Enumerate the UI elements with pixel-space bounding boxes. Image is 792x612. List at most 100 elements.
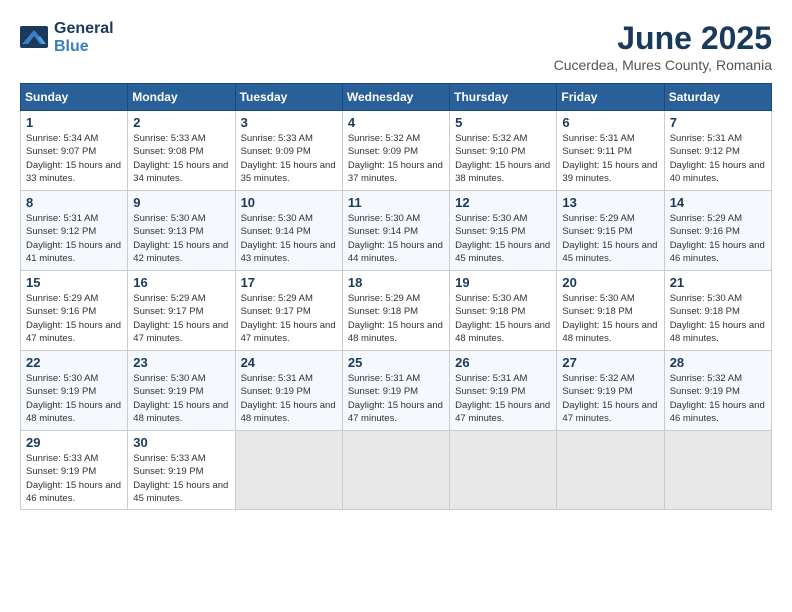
day-number: 17 (241, 275, 337, 290)
column-header-wednesday: Wednesday (342, 84, 449, 111)
day-number: 20 (562, 275, 658, 290)
calendar-cell: 14 Sunrise: 5:29 AMSunset: 9:16 PMDayligh… (664, 191, 771, 271)
day-number: 29 (26, 435, 122, 450)
day-info: Sunrise: 5:30 AMSunset: 9:19 PMDaylight:… (133, 372, 229, 425)
day-info: Sunrise: 5:31 AMSunset: 9:19 PMDaylight:… (455, 372, 551, 425)
calendar-cell: 26 Sunrise: 5:31 AMSunset: 9:19 PMDayligh… (450, 351, 557, 431)
logo-text: General Blue (54, 20, 114, 56)
calendar-cell: 24Sunrise: 5:31 AMSunset: 9:19 PMDayligh… (235, 351, 342, 431)
day-info: Sunrise: 5:33 AMSunset: 9:19 PMDaylight:… (26, 452, 122, 505)
calendar-cell (235, 431, 342, 510)
day-info: Sunrise: 5:29 AMSunset: 9:17 PMDaylight:… (241, 292, 337, 345)
calendar-cell: 20 Sunrise: 5:30 AMSunset: 9:18 PMDayligh… (557, 271, 664, 351)
calendar-cell: 19Sunrise: 5:30 AMSunset: 9:18 PMDayligh… (450, 271, 557, 351)
month-title: June 2025 (554, 20, 772, 57)
day-info: Sunrise: 5:33 AMSunset: 9:08 PMDaylight:… (133, 132, 229, 185)
day-number: 1 (26, 115, 122, 130)
day-info: Sunrise: 5:32 AMSunset: 9:19 PMDaylight:… (670, 372, 766, 425)
day-number: 9 (133, 195, 229, 210)
calendar-cell (450, 431, 557, 510)
day-info: Sunrise: 5:30 AMSunset: 9:18 PMDaylight:… (562, 292, 658, 345)
day-number: 22 (26, 355, 122, 370)
day-number: 19 (455, 275, 551, 290)
day-number: 27 (562, 355, 658, 370)
calendar-cell (342, 431, 449, 510)
calendar-cell: 4 Sunrise: 5:32 AMSunset: 9:09 PMDaylight… (342, 111, 449, 191)
column-header-thursday: Thursday (450, 84, 557, 111)
day-info: Sunrise: 5:32 AMSunset: 9:09 PMDaylight:… (348, 132, 444, 185)
day-number: 2 (133, 115, 229, 130)
day-info: Sunrise: 5:29 AMSunset: 9:15 PMDaylight:… (562, 212, 658, 265)
calendar-cell: 13 Sunrise: 5:29 AMSunset: 9:15 PMDayligh… (557, 191, 664, 271)
day-number: 6 (562, 115, 658, 130)
day-number: 13 (562, 195, 658, 210)
calendar-cell (557, 431, 664, 510)
calendar-cell: 25 Sunrise: 5:31 AMSunset: 9:19 PMDayligh… (342, 351, 449, 431)
day-number: 18 (348, 275, 444, 290)
day-number: 30 (133, 435, 229, 450)
calendar-cell: 2 Sunrise: 5:33 AMSunset: 9:08 PMDaylight… (128, 111, 235, 191)
day-info: Sunrise: 5:30 AMSunset: 9:15 PMDaylight:… (455, 212, 551, 265)
day-number: 25 (348, 355, 444, 370)
calendar-table: SundayMondayTuesdayWednesdayThursdayFrid… (20, 83, 772, 510)
day-number: 21 (670, 275, 766, 290)
day-number: 28 (670, 355, 766, 370)
day-number: 4 (348, 115, 444, 130)
location-title: Cucerdea, Mures County, Romania (554, 57, 772, 73)
calendar-cell: 22 Sunrise: 5:30 AMSunset: 9:19 PMDayligh… (21, 351, 128, 431)
day-info: Sunrise: 5:33 AMSunset: 9:19 PMDaylight:… (133, 452, 229, 505)
day-info: Sunrise: 5:29 AMSunset: 9:16 PMDaylight:… (670, 212, 766, 265)
calendar-cell: 12 Sunrise: 5:30 AMSunset: 9:15 PMDayligh… (450, 191, 557, 271)
calendar-cell: 16Sunrise: 5:29 AMSunset: 9:17 PMDayligh… (128, 271, 235, 351)
day-number: 5 (455, 115, 551, 130)
page-header: General Blue June 2025 Cucerdea, Mures C… (20, 20, 772, 73)
calendar-week-row: 1 Sunrise: 5:34 AMSunset: 9:07 PMDaylight… (21, 111, 772, 191)
calendar-cell: 17 Sunrise: 5:29 AMSunset: 9:17 PMDayligh… (235, 271, 342, 351)
calendar-cell: 11Sunrise: 5:30 AMSunset: 9:14 PMDayligh… (342, 191, 449, 271)
calendar-cell: 30 Sunrise: 5:33 AMSunset: 9:19 PMDayligh… (128, 431, 235, 510)
calendar-cell: 9 Sunrise: 5:30 AMSunset: 9:13 PMDaylight… (128, 191, 235, 271)
calendar-cell (664, 431, 771, 510)
day-number: 14 (670, 195, 766, 210)
logo-icon (20, 26, 50, 50)
calendar-cell: 21Sunrise: 5:30 AMSunset: 9:18 PMDayligh… (664, 271, 771, 351)
calendar-week-row: 15Sunrise: 5:29 AMSunset: 9:16 PMDayligh… (21, 271, 772, 351)
column-header-friday: Friday (557, 84, 664, 111)
calendar-cell: 27 Sunrise: 5:32 AMSunset: 9:19 PMDayligh… (557, 351, 664, 431)
day-number: 10 (241, 195, 337, 210)
calendar-cell: 18Sunrise: 5:29 AMSunset: 9:18 PMDayligh… (342, 271, 449, 351)
day-info: Sunrise: 5:31 AMSunset: 9:11 PMDaylight:… (562, 132, 658, 185)
day-info: Sunrise: 5:32 AMSunset: 9:19 PMDaylight:… (562, 372, 658, 425)
day-number: 12 (455, 195, 551, 210)
calendar-cell: 28 Sunrise: 5:32 AMSunset: 9:19 PMDayligh… (664, 351, 771, 431)
column-header-monday: Monday (128, 84, 235, 111)
calendar-cell: 23 Sunrise: 5:30 AMSunset: 9:19 PMDayligh… (128, 351, 235, 431)
calendar-week-row: 22 Sunrise: 5:30 AMSunset: 9:19 PMDayligh… (21, 351, 772, 431)
column-header-tuesday: Tuesday (235, 84, 342, 111)
day-info: Sunrise: 5:31 AMSunset: 9:12 PMDaylight:… (26, 212, 122, 265)
column-header-sunday: Sunday (21, 84, 128, 111)
day-number: 8 (26, 195, 122, 210)
day-info: Sunrise: 5:30 AMSunset: 9:13 PMDaylight:… (133, 212, 229, 265)
day-info: Sunrise: 5:34 AMSunset: 9:07 PMDaylight:… (26, 132, 122, 185)
day-number: 3 (241, 115, 337, 130)
title-area: June 2025 Cucerdea, Mures County, Romani… (554, 20, 772, 73)
calendar-cell: 7Sunrise: 5:31 AMSunset: 9:12 PMDaylight… (664, 111, 771, 191)
calendar-week-row: 29 Sunrise: 5:33 AMSunset: 9:19 PMDayligh… (21, 431, 772, 510)
day-info: Sunrise: 5:31 AMSunset: 9:19 PMDaylight:… (348, 372, 444, 425)
day-number: 26 (455, 355, 551, 370)
day-info: Sunrise: 5:30 AMSunset: 9:14 PMDaylight:… (348, 212, 444, 265)
day-number: 15 (26, 275, 122, 290)
day-number: 7 (670, 115, 766, 130)
calendar-cell: 10Sunrise: 5:30 AMSunset: 9:14 PMDayligh… (235, 191, 342, 271)
day-info: Sunrise: 5:31 AMSunset: 9:19 PMDaylight:… (241, 372, 337, 425)
calendar-cell: 8 Sunrise: 5:31 AMSunset: 9:12 PMDaylight… (21, 191, 128, 271)
day-number: 23 (133, 355, 229, 370)
calendar-cell: 6 Sunrise: 5:31 AMSunset: 9:11 PMDaylight… (557, 111, 664, 191)
calendar-week-row: 8 Sunrise: 5:31 AMSunset: 9:12 PMDaylight… (21, 191, 772, 271)
calendar-cell: 3Sunrise: 5:33 AMSunset: 9:09 PMDaylight… (235, 111, 342, 191)
column-header-saturday: Saturday (664, 84, 771, 111)
day-info: Sunrise: 5:30 AMSunset: 9:19 PMDaylight:… (26, 372, 122, 425)
calendar-cell: 5Sunrise: 5:32 AMSunset: 9:10 PMDaylight… (450, 111, 557, 191)
calendar-header-row: SundayMondayTuesdayWednesdayThursdayFrid… (21, 84, 772, 111)
